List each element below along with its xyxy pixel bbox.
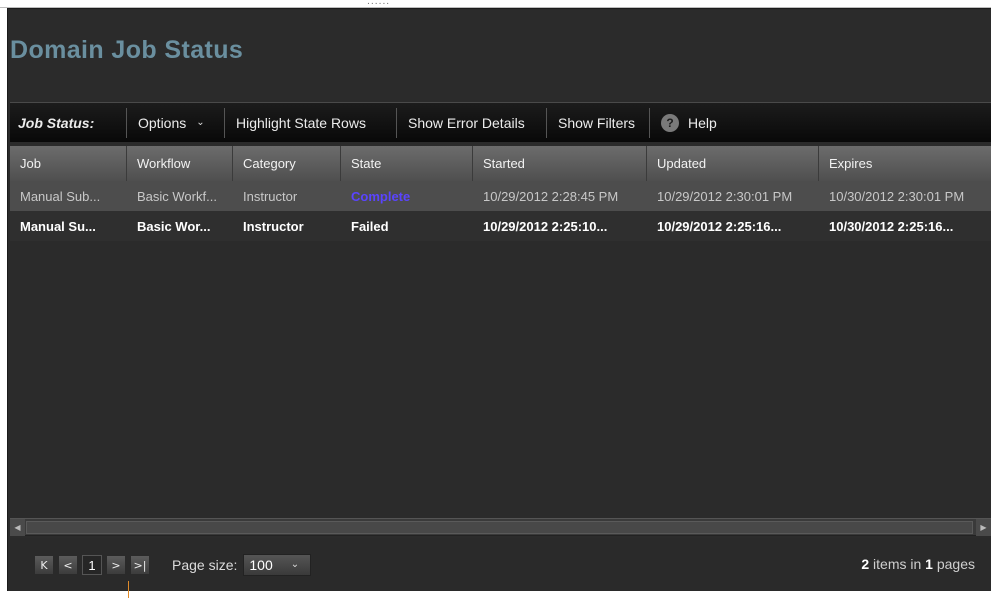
highlight-state-rows-button[interactable]: Highlight State Rows — [225, 107, 397, 138]
page-size-label: Page size: — [172, 556, 238, 573]
scroll-right-icon[interactable]: ▶ — [976, 519, 991, 536]
column-header-expires[interactable]: Expires — [819, 146, 991, 181]
pager: K < 1 > >| Page size: 100 ⌄ 2 items in 1… — [10, 538, 991, 591]
cell-state: Complete — [351, 188, 411, 204]
scroll-left-icon[interactable]: ◀ — [10, 519, 25, 536]
cell-job: Manual Sub... — [20, 188, 101, 204]
page-title: Domain Job Status — [10, 36, 244, 64]
pages-count: 1 — [925, 556, 933, 572]
cell-state: Failed — [351, 218, 389, 234]
cell-job: Manual Su... — [20, 218, 96, 234]
previous-page-button[interactable]: < — [58, 554, 78, 575]
cell-updated: 10/29/2012 2:30:01 PM — [657, 188, 793, 204]
next-page-button[interactable]: > — [106, 554, 126, 575]
options-menu[interactable]: Options ⌄ — [127, 107, 225, 138]
top-splitter[interactable]: ...... — [0, 0, 991, 8]
items-in-label: items in — [873, 556, 922, 572]
job-grid: Job Workflow Category State Started Upda… — [10, 146, 991, 241]
chevron-down-icon: ⌄ — [196, 117, 205, 128]
cell-started: 10/29/2012 2:28:45 PM — [483, 188, 619, 204]
cell-category: Instructor — [243, 218, 304, 234]
text-cursor — [128, 581, 129, 598]
current-page-number[interactable]: 1 — [82, 554, 102, 575]
splitter-grip[interactable]: ...... — [367, 0, 393, 7]
cell-category: Instructor — [243, 188, 298, 204]
page-size-select[interactable]: 100 ⌄ — [243, 553, 312, 576]
column-header-job[interactable]: Job — [10, 146, 127, 181]
cell-started: 10/29/2012 2:25:10... — [483, 218, 608, 234]
cell-updated: 10/29/2012 2:25:16... — [657, 218, 782, 234]
horizontal-scrollbar[interactable]: ◀ ▶ — [10, 518, 991, 536]
page-size-value: 100 — [249, 556, 273, 573]
column-header-updated[interactable]: Updated — [647, 146, 819, 181]
app-window: ...... Domain Job Status Job Status: Opt… — [0, 0, 991, 598]
last-page-button[interactable]: >| — [130, 554, 150, 575]
column-header-workflow[interactable]: Workflow — [127, 146, 233, 181]
toolbar-label: Job Status: — [10, 107, 127, 138]
options-label: Options — [138, 114, 187, 131]
column-header-category[interactable]: Category — [233, 146, 341, 181]
first-page-button[interactable]: K — [34, 554, 54, 575]
table-row[interactable]: Manual Su... Basic Wor... Instructor Fai… — [10, 211, 991, 241]
cell-expires: 10/30/2012 2:25:16... — [829, 218, 954, 234]
scrollbar-thumb[interactable] — [26, 521, 973, 534]
cell-workflow: Basic Workf... — [137, 188, 217, 204]
cell-workflow: Basic Wor... — [137, 218, 211, 234]
column-header-state[interactable]: State — [341, 146, 473, 181]
grid-header: Job Workflow Category State Started Upda… — [10, 146, 991, 181]
job-status-panel — [7, 8, 991, 591]
pager-summary: 2 items in 1 pages — [861, 538, 975, 591]
chevron-down-icon: ⌄ — [290, 559, 300, 570]
show-filters-button[interactable]: Show Filters — [547, 107, 650, 138]
help-label: Help — [688, 114, 717, 131]
table-row[interactable]: Manual Sub... Basic Workf... Instructor … — [10, 181, 991, 211]
toolbar: Job Status: Options ⌄ Highlight State Ro… — [10, 102, 991, 142]
help-button[interactable]: ? Help — [650, 108, 728, 138]
pages-label: pages — [936, 556, 975, 572]
show-error-details-button[interactable]: Show Error Details — [397, 107, 547, 138]
cell-expires: 10/30/2012 2:30:01 PM — [829, 188, 965, 204]
help-icon: ? — [661, 113, 679, 132]
column-header-started[interactable]: Started — [473, 146, 647, 181]
items-count: 2 — [861, 556, 870, 572]
